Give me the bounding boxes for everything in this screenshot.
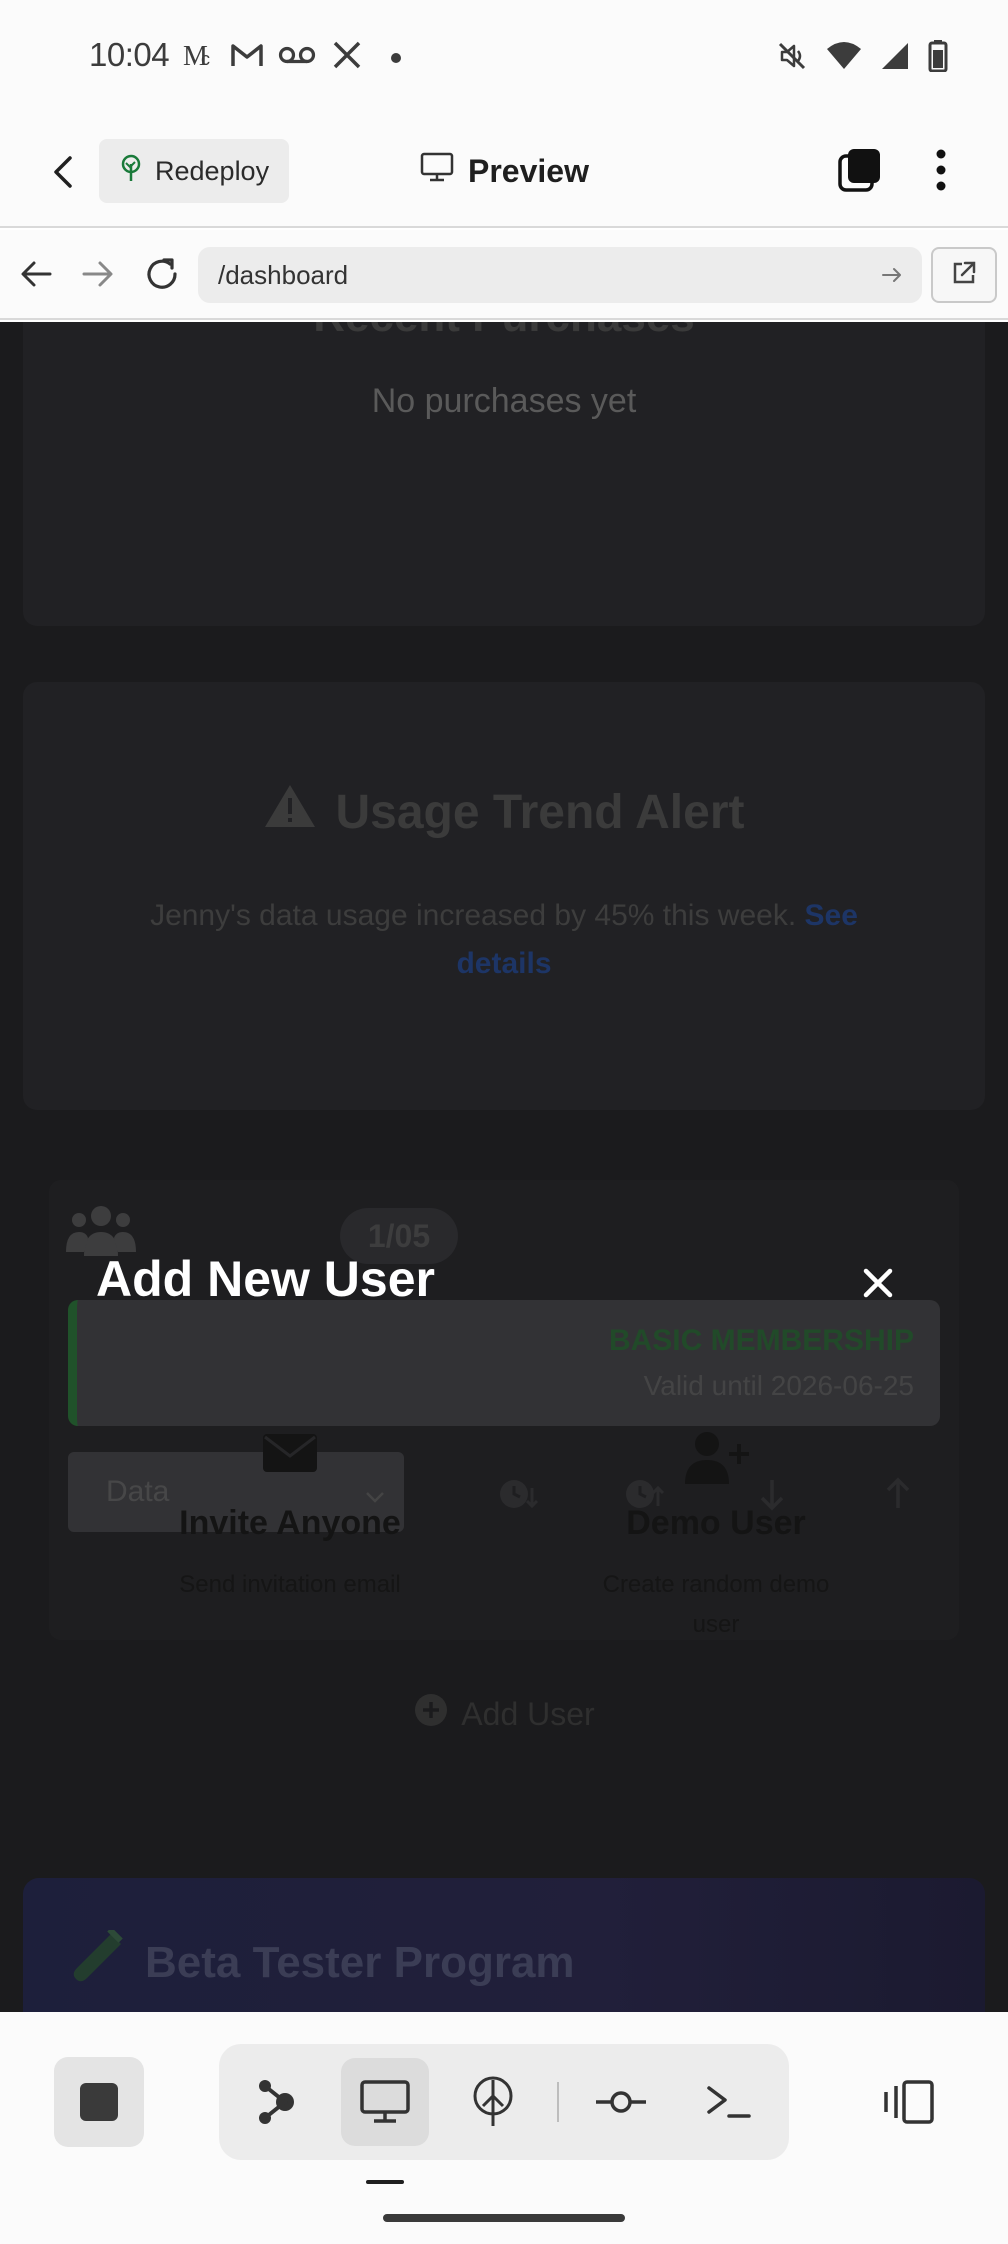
active-tab-indicator xyxy=(366,2180,404,2184)
back-arrow-icon[interactable] xyxy=(44,152,84,192)
external-link-icon xyxy=(950,259,978,292)
messages-icon: Mc xyxy=(183,40,213,70)
invite-anyone-option[interactable]: Invite Anyone Send invitation email xyxy=(125,1430,455,1605)
usage-alert-title: Usage Trend Alert xyxy=(335,785,745,839)
invite-anyone-label: Invite Anyone xyxy=(179,1504,401,1542)
purchases-title: Recent Purchases xyxy=(23,322,985,342)
beta-tester-card: Beta Tester Program xyxy=(23,1878,985,2012)
dot-icon xyxy=(390,52,402,64)
terminal-icon[interactable] xyxy=(685,2058,773,2146)
envelope-icon xyxy=(125,1430,455,1490)
demo-user-option[interactable]: Demo User Create random demo user xyxy=(551,1430,881,1645)
wifi-icon xyxy=(826,41,862,76)
usage-alert-heading: Usage Trend Alert xyxy=(23,782,985,842)
tree-icon xyxy=(119,154,143,189)
preview-title: Preview xyxy=(420,146,589,196)
go-arrow-icon[interactable] xyxy=(880,263,904,287)
home-indicator[interactable] xyxy=(383,2214,625,2222)
redeploy-label: Redeploy xyxy=(155,155,270,186)
mute-icon xyxy=(776,40,808,77)
preview-tool-icon[interactable] xyxy=(341,2058,429,2146)
browser-forward-icon[interactable] xyxy=(78,254,118,294)
gmail-icon xyxy=(230,40,264,70)
purchases-empty-text: No purchases yet xyxy=(371,382,637,420)
monitor-icon xyxy=(420,152,454,190)
add-user-button[interactable]: Add User xyxy=(0,1692,1008,1736)
web-content: Recent Purchases No purchases yet Usage … xyxy=(0,322,1008,2012)
split-view-icon[interactable] xyxy=(880,2078,936,2126)
redeploy-button[interactable]: Redeploy xyxy=(99,139,289,203)
tool-separator xyxy=(557,2082,559,2122)
voicemail-icon xyxy=(278,40,316,70)
stop-icon xyxy=(80,2083,118,2121)
invite-anyone-desc: Send invitation email xyxy=(179,1571,401,1598)
demo-user-desc: Create random demo user xyxy=(602,1571,830,1638)
close-icon[interactable] xyxy=(861,1266,895,1300)
reload-icon[interactable] xyxy=(142,254,182,294)
battery-icon xyxy=(928,40,948,77)
stop-button[interactable] xyxy=(54,2057,144,2147)
usage-alert-card: Usage Trend Alert Jenny's data usage inc… xyxy=(23,682,985,1110)
git-commit-icon[interactable] xyxy=(577,2058,665,2146)
browser-back-icon[interactable] xyxy=(16,254,56,294)
status-time: 10:04 xyxy=(89,36,170,73)
svg-text:c: c xyxy=(201,49,210,69)
usage-alert-text: Jenny's data usage increased by 45% this… xyxy=(150,899,797,932)
url-text: /dashboard xyxy=(218,259,349,290)
deploy-tool-icon[interactable] xyxy=(449,2058,537,2146)
test-tube-icon xyxy=(71,1927,125,1995)
add-user-modal: Add New User Invite Anyone Send invitati… xyxy=(49,1180,959,1640)
warning-icon xyxy=(263,782,317,842)
purchases-card: Recent Purchases No purchases yet xyxy=(23,322,985,626)
url-input[interactable]: /dashboard xyxy=(198,247,922,303)
beta-heading: Beta Tester Program xyxy=(71,1927,575,1995)
add-user-label: Add User xyxy=(461,1695,595,1732)
open-external-button[interactable] xyxy=(931,247,997,303)
plus-circle-icon xyxy=(413,1692,449,1736)
app-bar: Redeploy Preview xyxy=(0,116,1008,228)
browser-bar: /dashboard xyxy=(0,230,1008,320)
user-plus-icon xyxy=(551,1430,881,1490)
tool-group xyxy=(219,2044,789,2160)
usage-alert-message: Jenny's data usage increased by 45% this… xyxy=(23,892,985,988)
more-vert-icon[interactable] xyxy=(924,146,958,194)
preview-label: Preview xyxy=(468,152,589,189)
agent-tool-icon[interactable] xyxy=(233,2058,321,2146)
x-icon xyxy=(332,40,362,70)
bottom-toolbar xyxy=(0,2012,1008,2244)
demo-user-label: Demo User xyxy=(626,1504,806,1542)
status-bar: 10:04 Mc xyxy=(0,0,1008,116)
tabs-icon[interactable] xyxy=(836,146,884,194)
modal-title: Add New User xyxy=(96,1251,435,1307)
signal-icon xyxy=(880,41,910,76)
beta-title: Beta Tester Program xyxy=(145,1937,575,1987)
